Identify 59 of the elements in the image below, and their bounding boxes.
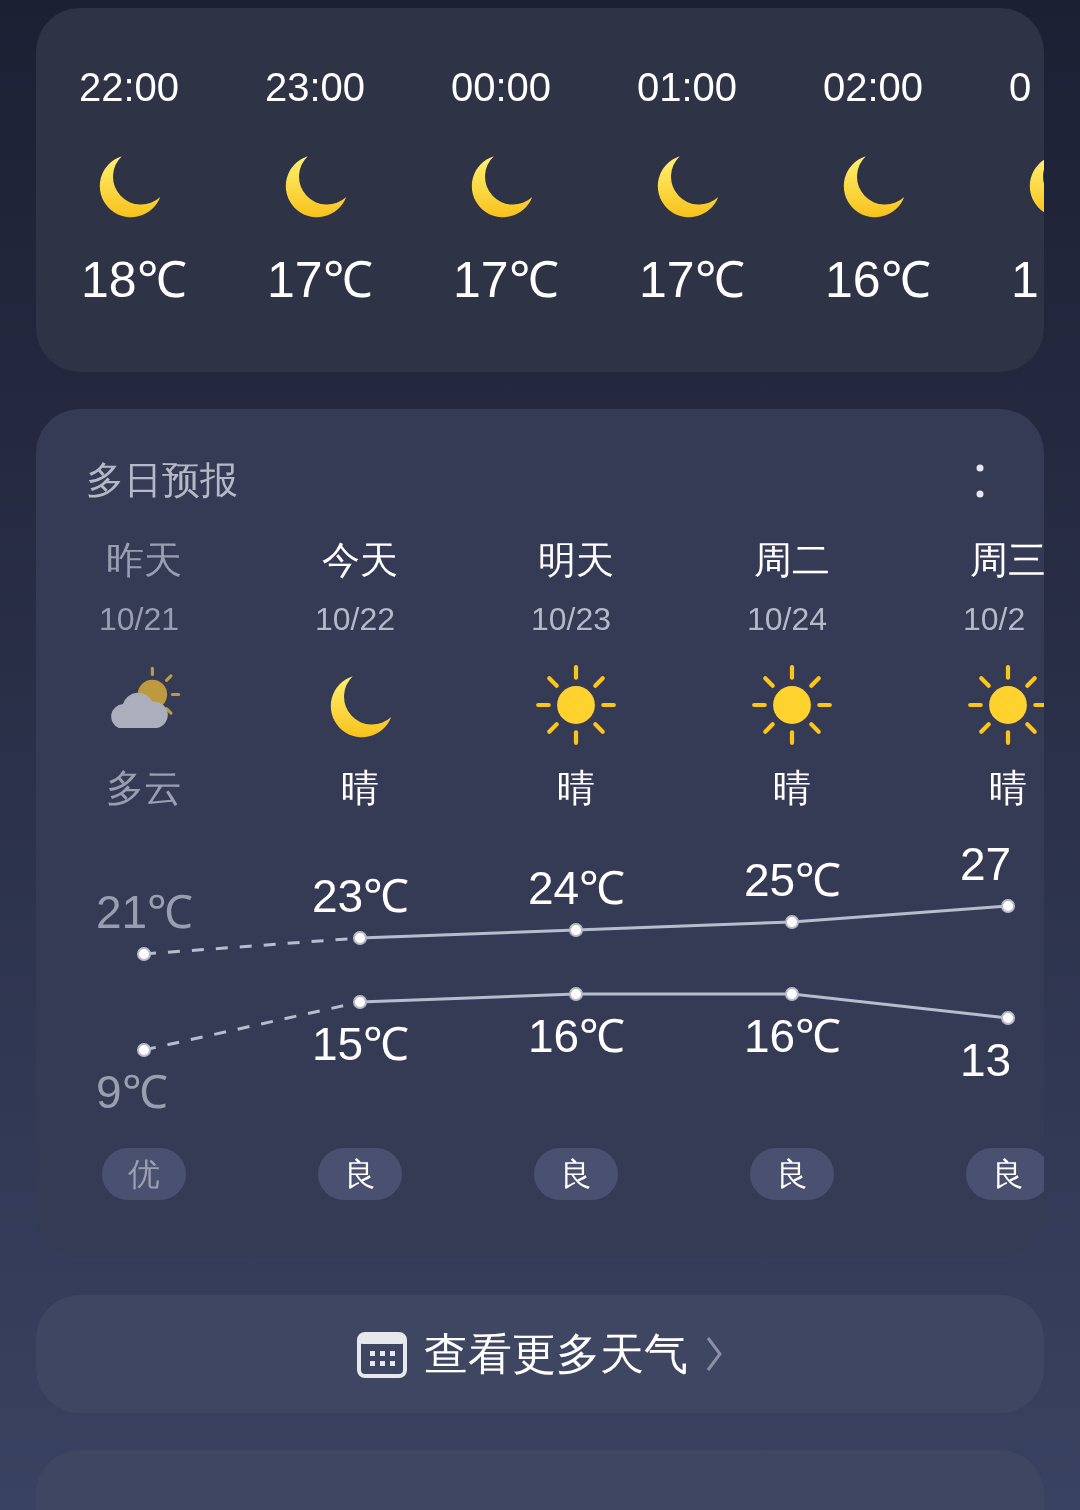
hour-temperature: 16℃ xyxy=(825,252,931,308)
temperature-label: 9℃ xyxy=(96,1065,168,1118)
calendar-icon xyxy=(356,1329,408,1379)
more-icon[interactable] xyxy=(976,463,984,498)
day-date: 10/23 xyxy=(531,600,612,637)
hour-time: 0 xyxy=(1009,65,1032,109)
day-name: 昨天 xyxy=(106,538,182,581)
weather-text: 晴 xyxy=(773,765,811,811)
sun-icon xyxy=(534,662,618,747)
air-quality-badge: 良 xyxy=(318,1147,402,1200)
hour-time: 02:00 xyxy=(823,65,924,109)
temperature-label: 23℃ xyxy=(312,869,410,922)
data-point xyxy=(137,946,151,961)
hour-time: 22:00 xyxy=(79,65,180,109)
day-date: 10/2 xyxy=(963,600,1026,637)
temperature-label: 21℃ xyxy=(96,885,194,938)
hour-time: 01:00 xyxy=(637,65,738,109)
day-date: 10/24 xyxy=(747,600,828,637)
weather-text: 晴 xyxy=(989,765,1027,811)
day-date: 10/22 xyxy=(315,600,396,637)
data-point xyxy=(569,986,583,1001)
temperature-label: 13 xyxy=(960,1033,1012,1086)
data-point xyxy=(1001,1010,1015,1025)
day-name: 周二 xyxy=(754,538,830,581)
day-name: 周三 xyxy=(970,538,1044,581)
sun-icon xyxy=(966,662,1044,747)
hour-temperature: 17℃ xyxy=(639,252,745,308)
temperature-label: 16℃ xyxy=(528,1009,626,1062)
hour-temperature: 17℃ xyxy=(453,252,559,308)
temperature-label: 24℃ xyxy=(528,861,626,914)
day-name: 明天 xyxy=(538,538,614,581)
sun-icon xyxy=(750,662,834,747)
more-weather-button[interactable]: 查看更多天气 xyxy=(36,1295,1044,1413)
air-quality-badge: 良 xyxy=(534,1147,618,1200)
temperature-label: 16℃ xyxy=(744,1009,842,1062)
data-point xyxy=(137,1042,151,1057)
air-quality-badge: 良 xyxy=(966,1147,1044,1200)
temperature-label: 25℃ xyxy=(744,853,842,906)
air-quality-badge: 优 xyxy=(102,1147,186,1200)
weather-text: 多云 xyxy=(106,765,182,811)
temperature-label: 15℃ xyxy=(312,1017,410,1070)
data-point xyxy=(1001,898,1015,913)
data-point xyxy=(569,922,583,937)
card-title: 多日预报 xyxy=(86,458,238,504)
hour-temperature: 17℃ xyxy=(267,252,373,308)
hour-temperature: 18℃ xyxy=(81,252,187,308)
hour-time: 00:00 xyxy=(451,65,552,109)
data-point xyxy=(785,986,799,1001)
air-quality-badge: 良 xyxy=(750,1147,834,1200)
weather-text: 晴 xyxy=(557,765,595,811)
temperature-label: 27 xyxy=(960,837,1012,890)
day-name: 今天 xyxy=(322,538,398,581)
day-date: 10/21 xyxy=(99,600,180,637)
data-point xyxy=(353,930,367,945)
weather-text: 晴 xyxy=(341,765,379,811)
hour-time: 23:00 xyxy=(265,65,366,109)
data-point xyxy=(785,914,799,929)
hour-temperature: 1 xyxy=(1011,252,1039,308)
data-point xyxy=(353,994,367,1009)
